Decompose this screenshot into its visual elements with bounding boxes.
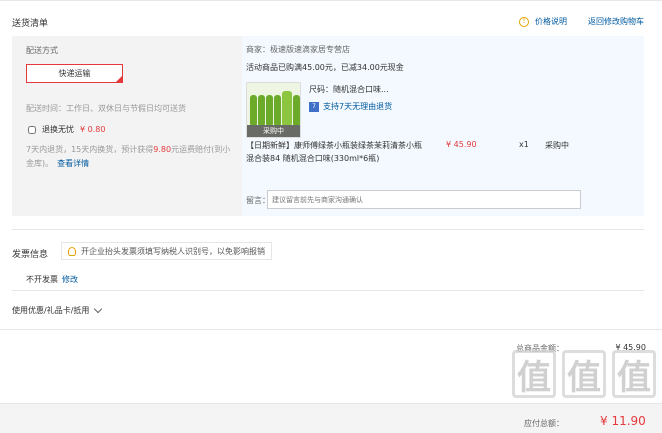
delivery-time-text: 配送时间：工作日、双休日与节假日均可送货 bbox=[26, 104, 186, 113]
price-info-label[interactable]: 价格说明 bbox=[535, 16, 567, 27]
bottle-shape bbox=[282, 91, 292, 125]
total-amount-value: ¥ 45.90 bbox=[615, 343, 646, 352]
checkout-page: 送货清单 ! 价格说明 返回修改购物车 配送方式 快递运输 配送时间：工作日、双… bbox=[0, 0, 662, 433]
watermark-char: 值 bbox=[612, 350, 656, 398]
bottle-shape bbox=[274, 95, 281, 125]
section-divider bbox=[0, 329, 662, 330]
shipping-method-label: 配送方式 bbox=[26, 46, 58, 55]
product-stock-status: 采购中 bbox=[545, 141, 569, 150]
order-note-input[interactable] bbox=[267, 190, 581, 209]
price-info-link[interactable]: ! 价格说明 bbox=[519, 16, 567, 27]
section-divider bbox=[12, 229, 644, 230]
invoice-edit-link[interactable]: 修改 bbox=[62, 275, 78, 284]
top-divider bbox=[0, 0, 662, 1]
promo-text: 活动商品已购满45.00元，已减34.00元现金 bbox=[246, 63, 404, 72]
insurance-label: 退换无忧 bbox=[42, 125, 74, 134]
chevron-down-icon bbox=[94, 304, 103, 314]
order-items-panel: 商家：极速版速滴家居专营店 活动商品已购满45.00元，已减34.00元现金 采… bbox=[242, 36, 644, 216]
shipping-panel: 配送方式 快递运输 配送时间：工作日、双休日与节假日均可送货 退换无忧 ¥ 0.… bbox=[12, 36, 242, 216]
product-spec: 尺码：随机混合口味... bbox=[309, 85, 389, 94]
invoice-title: 发票信息 bbox=[12, 250, 49, 260]
return-policy-text: 支持7天无理由退货 bbox=[323, 102, 393, 111]
insurance-desc-part1: 7天内退货，15天内换货，预计获得 bbox=[26, 145, 154, 154]
lightbulb-icon bbox=[68, 246, 76, 256]
bottle-shape bbox=[293, 95, 300, 125]
payable-value: ¥ 11.90 bbox=[600, 414, 646, 428]
product-status-tag: 采购中 bbox=[247, 125, 300, 137]
insurance-price: ¥ 0.80 bbox=[80, 125, 106, 134]
product-name-link[interactable]: 【日期新鲜】康师傅绿茶小瓶装绿茶茉莉清茶小瓶混合装84 随机混合口味(330ml… bbox=[246, 139, 426, 165]
info-icon: ! bbox=[519, 16, 529, 27]
product-quantity: x1 bbox=[519, 140, 529, 149]
return-policy-badge: 7 支持7天无理由退货 bbox=[309, 101, 392, 112]
bottle-shape bbox=[266, 95, 273, 125]
bottle-shape bbox=[258, 95, 265, 125]
invoice-tip-text: 开企业抬头发票须填写纳税人识别号，以免影响报销 bbox=[81, 246, 265, 256]
insurance-checkbox[interactable] bbox=[28, 125, 36, 134]
product-price: ¥ 45.90 bbox=[446, 140, 477, 149]
insurance-details-link[interactable]: 查看详情 bbox=[57, 159, 89, 168]
selected-corner-icon bbox=[115, 75, 123, 83]
invoice-tip: 开企业抬头发票须填写纳税人识别号，以免影响报销 bbox=[61, 242, 272, 260]
insurance-description: 7天内退货，15天内换货，预计获得9.80元运费赔付(到小金库)。 查看详情 bbox=[26, 143, 236, 171]
coupon-label: 使用优惠/礼品卡/抵用 bbox=[12, 306, 90, 315]
bottle-shape bbox=[250, 95, 257, 125]
back-to-cart-link[interactable]: 返回修改购物车 bbox=[588, 16, 644, 27]
return-insurance-option[interactable]: 退换无忧 ¥ 0.80 bbox=[28, 124, 105, 135]
coupon-toggle[interactable]: 使用优惠/礼品卡/抵用 bbox=[12, 304, 103, 316]
shipping-method-text: 快递运输 bbox=[58, 69, 91, 78]
watermark-char: 值 bbox=[512, 350, 556, 398]
section-divider bbox=[12, 290, 644, 291]
payable-label: 应付总额： bbox=[524, 419, 564, 428]
insurance-amount: 9.80 bbox=[153, 145, 172, 154]
seven-day-return-icon: 7 bbox=[309, 101, 319, 112]
product-image[interactable]: 采购中 bbox=[246, 82, 301, 138]
invoice-status-text: 不开发票 bbox=[26, 275, 58, 284]
express-shipping-button[interactable]: 快递运输 bbox=[26, 64, 123, 83]
payment-footer: 应付总额： ¥ 11.90 bbox=[0, 403, 662, 433]
delivery-list-header: 送货清单 ! 价格说明 返回修改购物车 bbox=[12, 12, 657, 34]
invoice-status: 不开发票 修改 bbox=[26, 274, 78, 285]
watermark-char: 值 bbox=[562, 350, 606, 398]
merchant-name: 商家：极速版速滴家居专营店 bbox=[246, 45, 350, 54]
total-amount-label: 总商品金额： bbox=[516, 344, 564, 353]
section-title: 送货清单 bbox=[12, 19, 49, 29]
